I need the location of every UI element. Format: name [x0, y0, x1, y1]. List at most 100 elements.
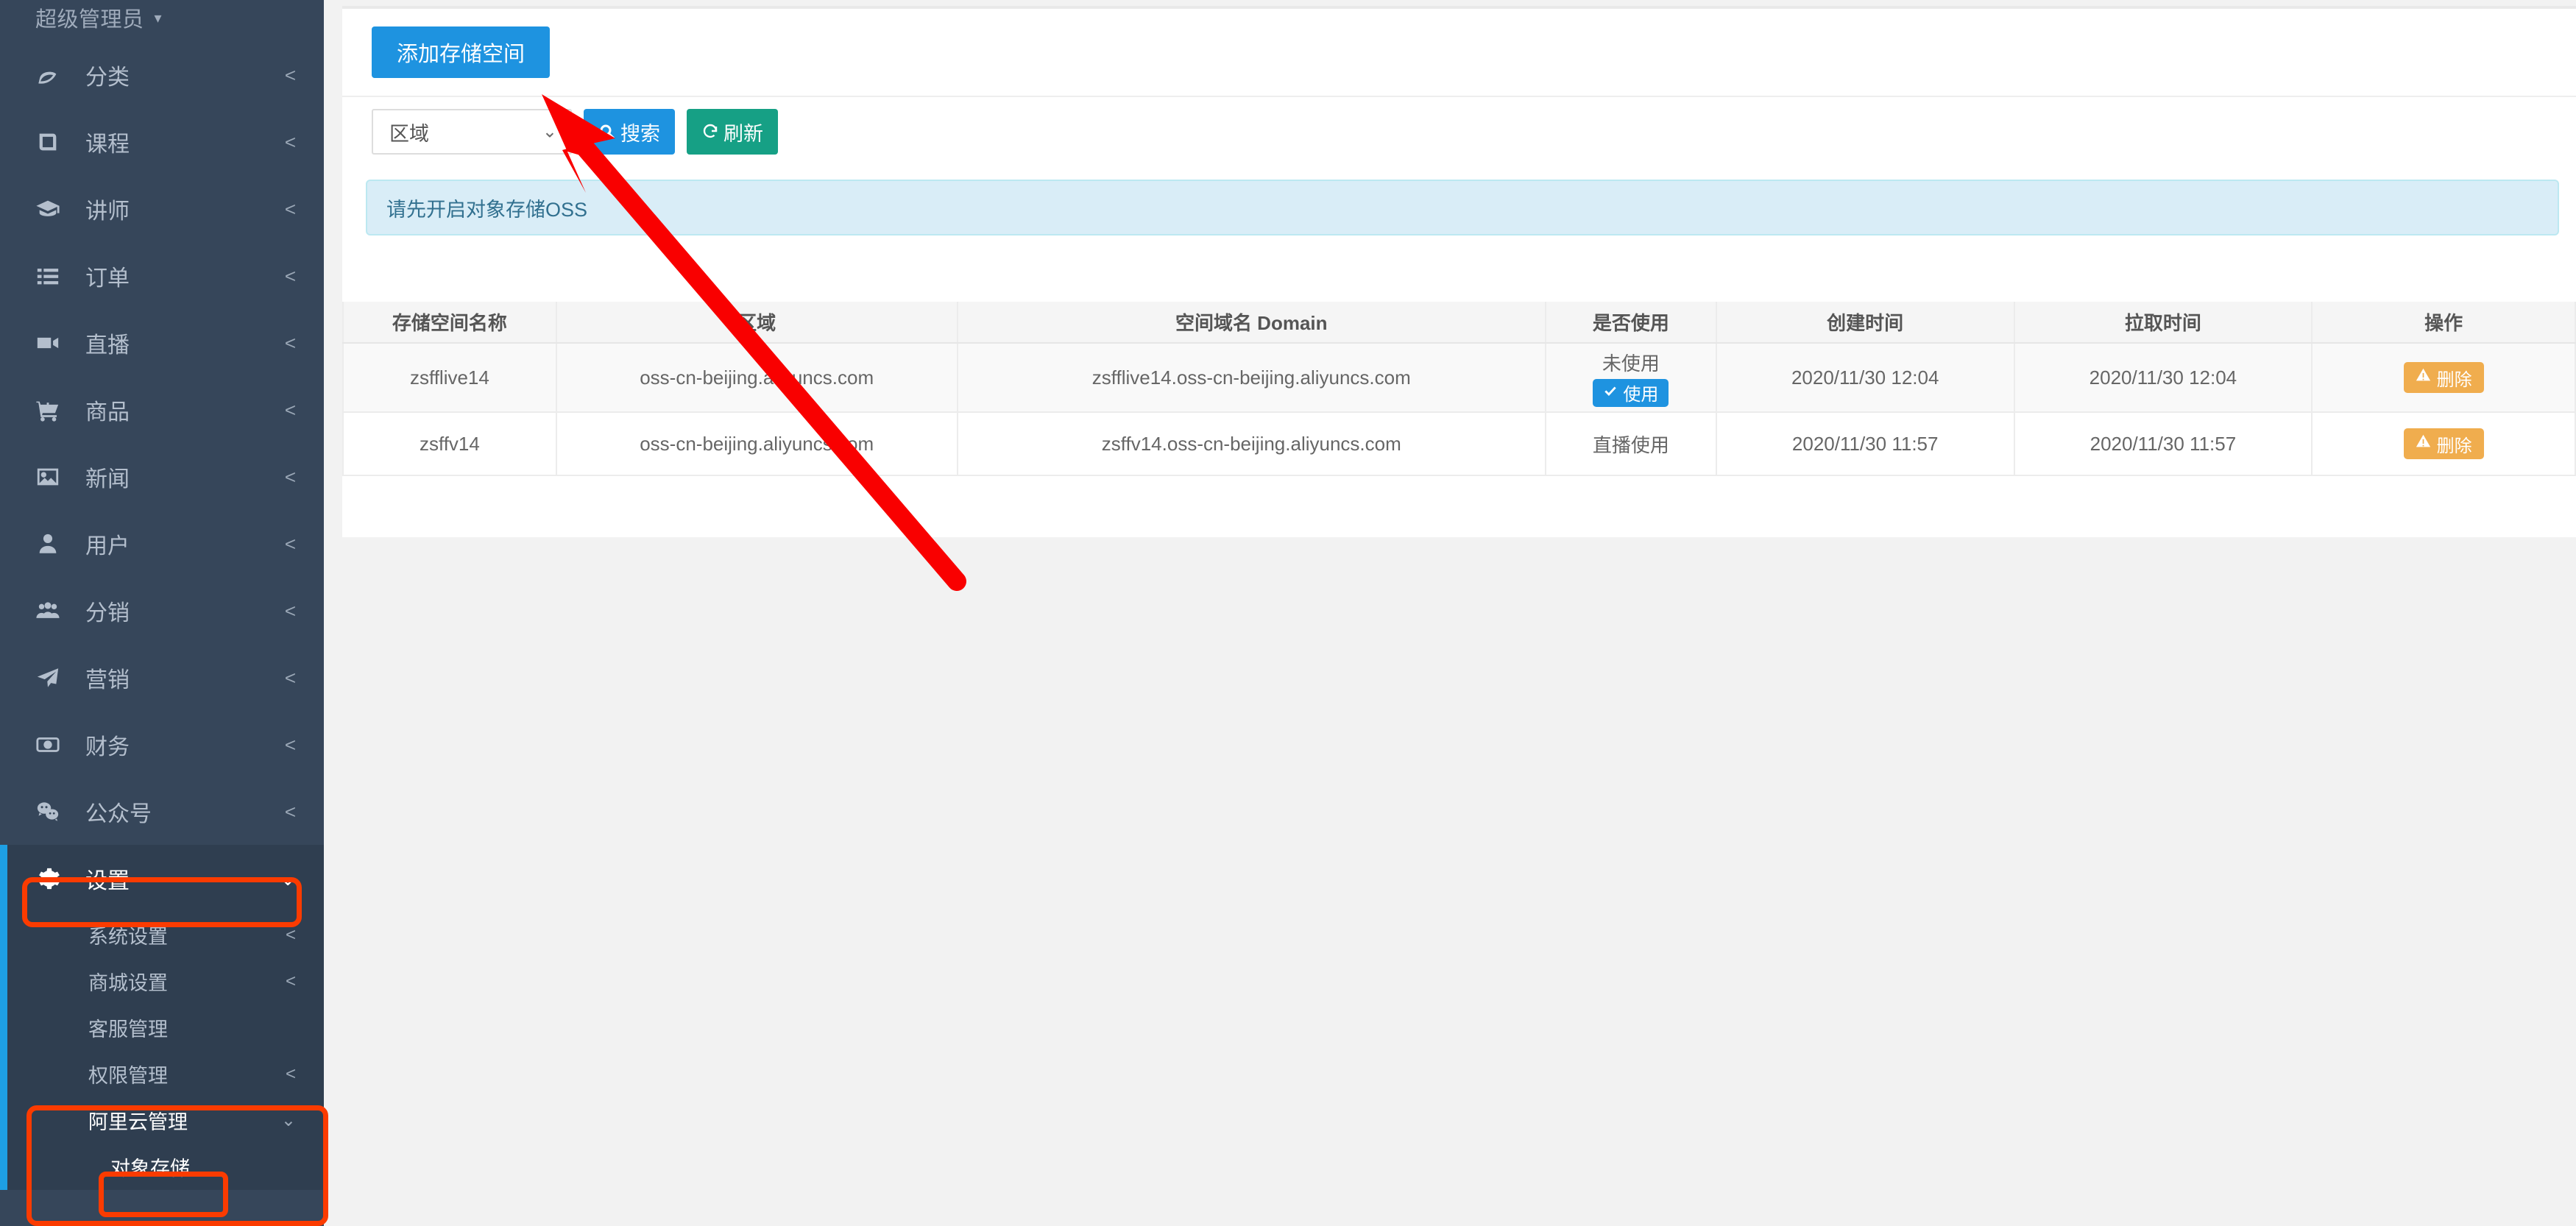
column-header-region: 区域	[556, 302, 958, 343]
alert-banner: 请先开启对象存储OSS	[366, 180, 2559, 235]
gear-icon	[35, 866, 68, 891]
table-row: zsffv14 oss-cn-beijing.aliyuncs.com zsff…	[343, 412, 2575, 475]
delete-button-label: 删除	[2437, 365, 2472, 391]
image-icon	[35, 464, 68, 489]
sidebar-item-label: 设置	[85, 862, 130, 895]
search-button-label: 搜索	[620, 118, 660, 146]
sidebar-subitem-system-settings[interactable]: 系统设置 <	[7, 912, 324, 958]
users-group-icon	[35, 598, 68, 623]
sidebar-subitem-label: 对象存储	[110, 1152, 190, 1181]
warning-triangle-icon	[2416, 433, 2431, 454]
cell-region: oss-cn-beijing.aliyuncs.com	[556, 343, 958, 412]
sidebar-subitem-label: 阿里云管理	[88, 1106, 188, 1135]
sidebar-item-label: 商品	[85, 394, 130, 426]
chevron-left-icon: <	[285, 534, 296, 553]
sidebar-item-instructors[interactable]: 讲师 <	[0, 175, 324, 242]
sidebar-item-categories[interactable]: 分类 <	[0, 41, 324, 108]
chevron-left-icon: <	[285, 802, 296, 821]
refresh-button-label: 刷新	[723, 118, 763, 146]
sidebar-item-label: 公众号	[85, 796, 152, 828]
sidebar-subitem-customer-service[interactable]: 客服管理	[7, 1004, 324, 1051]
sidebar-item-official-account[interactable]: 公众号 <	[0, 778, 324, 845]
sidebar-item-label: 用户	[85, 528, 130, 560]
chevron-left-icon: <	[286, 925, 296, 946]
use-button[interactable]: 使用	[1593, 379, 1669, 407]
chevron-down-icon: ⌄	[280, 869, 296, 888]
paper-plane-icon	[35, 665, 68, 690]
cart-plus-icon	[35, 397, 68, 422]
column-header-actions: 操作	[2312, 302, 2575, 343]
refresh-icon	[701, 123, 719, 141]
cell-pulled: 2020/11/30 12:04	[2014, 343, 2313, 412]
cell-used: 未使用 使用	[1546, 343, 1716, 412]
cell-created: 2020/11/30 11:57	[1716, 412, 2014, 475]
sidebar-item-users[interactable]: 用户 <	[0, 510, 324, 577]
cell-created: 2020/11/30 12:04	[1716, 343, 2014, 412]
delete-button[interactable]: 删除	[2404, 428, 2484, 459]
sidebar-item-label: 新闻	[85, 461, 130, 493]
toolbar-top: 添加存储空间	[342, 9, 2576, 97]
video-camera-icon	[35, 330, 68, 355]
sidebar-item-label: 分类	[85, 59, 130, 91]
chevron-down-icon: ⌄	[542, 121, 557, 143]
sidebar-subitem-aliyun-management[interactable]: 阿里云管理 ⌄	[7, 1097, 324, 1144]
search-icon	[598, 123, 616, 141]
add-storage-space-button[interactable]: 添加存储空间	[372, 26, 550, 78]
sidebar-menu: 分类 < 课程 < 讲师 < 订单	[0, 41, 324, 1190]
cell-name: zsffv14	[343, 412, 556, 475]
wechat-icon	[35, 799, 68, 824]
leaf-icon	[35, 63, 68, 88]
chevron-left-icon: <	[285, 467, 296, 486]
sidebar-item-label: 分销	[85, 595, 130, 627]
column-header-domain: 空间域名 Domain	[958, 302, 1546, 343]
money-bill-icon	[35, 732, 68, 757]
sidebar-item-live[interactable]: 直播 <	[0, 309, 324, 376]
chevron-down-icon: ⌄	[281, 1110, 296, 1131]
delete-button[interactable]: 删除	[2404, 362, 2484, 393]
content-card: 添加存储空间 区域 ⌄ 搜索 刷新	[342, 6, 2576, 537]
check-icon	[1603, 383, 1618, 403]
used-status-label: 直播使用	[1593, 434, 1669, 456]
cell-pulled: 2020/11/30 11:57	[2014, 412, 2313, 475]
user-icon	[35, 531, 68, 556]
cell-region: oss-cn-beijing.aliyuncs.com	[556, 412, 958, 475]
list-icon	[35, 263, 68, 288]
used-status-label: 未使用	[1602, 349, 1660, 376]
sidebar-item-label: 讲师	[85, 193, 130, 225]
chevron-left-icon: <	[285, 132, 296, 152]
chevron-left-icon: <	[285, 601, 296, 620]
book-icon	[35, 130, 68, 155]
column-header-name: 存储空间名称	[343, 302, 556, 343]
sidebar-item-label: 订单	[85, 260, 130, 292]
chevron-left-icon: <	[285, 199, 296, 219]
sidebar-item-settings[interactable]: 设置 ⌄	[0, 845, 324, 912]
sidebar-item-orders[interactable]: 订单 <	[0, 242, 324, 309]
region-select-value: 区域	[389, 118, 429, 146]
chevron-left-icon: <	[285, 333, 296, 352]
sidebar-item-courses[interactable]: 课程 <	[0, 108, 324, 175]
sidebar-item-marketing[interactable]: 营销 <	[0, 644, 324, 711]
sidebar-subitem-mall-settings[interactable]: 商城设置 <	[7, 958, 324, 1004]
cell-domain: zsfflive14.oss-cn-beijing.aliyuncs.com	[958, 343, 1546, 412]
chevron-left-icon: <	[286, 1064, 296, 1085]
cell-actions: 删除	[2312, 343, 2575, 412]
use-button-label: 使用	[1623, 380, 1658, 405]
chevron-left-icon: <	[285, 400, 296, 419]
delete-button-label: 删除	[2437, 431, 2472, 457]
sidebar-subitem-permissions[interactable]: 权限管理 <	[7, 1051, 324, 1097]
chevron-left-icon: <	[285, 735, 296, 754]
refresh-button[interactable]: 刷新	[687, 109, 778, 155]
sidebar-subitem-object-storage[interactable]: 对象存储	[7, 1144, 324, 1190]
region-select[interactable]: 区域 ⌄	[372, 109, 572, 155]
search-button[interactable]: 搜索	[584, 109, 675, 155]
sidebar-user-menu[interactable]: 超级管理员 ▾	[0, 0, 324, 35]
chevron-left-icon: <	[285, 668, 296, 687]
sidebar-subitem-label: 系统设置	[88, 921, 168, 949]
column-header-pulled: 拉取时间	[2014, 302, 2313, 343]
caret-down-icon: ▾	[155, 9, 163, 27]
sidebar-item-label: 直播	[85, 327, 130, 359]
sidebar-item-products[interactable]: 商品 <	[0, 376, 324, 443]
sidebar-item-news[interactable]: 新闻 <	[0, 443, 324, 510]
sidebar-item-finance[interactable]: 财务 <	[0, 711, 324, 778]
sidebar-item-distribution[interactable]: 分销 <	[0, 577, 324, 644]
